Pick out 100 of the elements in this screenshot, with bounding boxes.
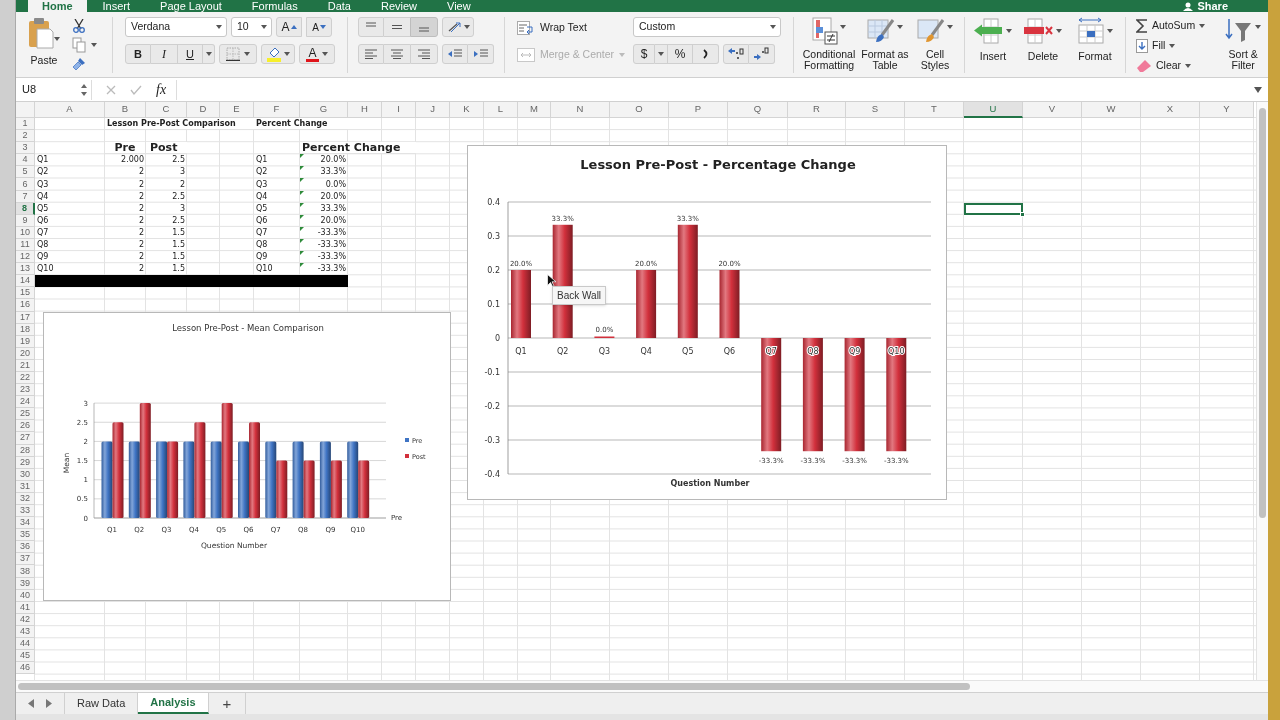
row-header[interactable]: 3 [16,142,35,155]
column-header[interactable]: L [484,102,518,118]
row-header[interactable]: 34 [16,517,35,530]
row-header[interactable]: 4 [16,154,35,167]
decrease-decimal-button[interactable] [749,44,775,64]
cell-selection[interactable] [964,202,1023,215]
font-name-dropdown[interactable]: Verdana [125,17,227,37]
column-header[interactable]: O [610,102,669,118]
delete-button[interactable]: Delete [1021,17,1065,65]
expand-icon[interactable] [1254,86,1262,93]
orientation-button[interactable] [442,17,474,37]
currency-button[interactable]: $ [633,44,655,64]
row-header[interactable]: 37 [16,553,35,566]
ribbon-tab[interactable]: Review [366,0,432,12]
row-header[interactable]: 13 [16,263,35,276]
row-header[interactable]: 36 [16,541,35,554]
row-header[interactable]: 25 [16,408,35,421]
column-header[interactable]: G [300,102,348,118]
horizontal-scrollbar[interactable] [18,683,970,690]
middle-align-button[interactable] [384,17,410,37]
error-flag-icon[interactable] [300,166,304,171]
column-header[interactable]: E [220,102,254,118]
row-header[interactable]: 33 [16,505,35,518]
font-color-button[interactable]: A [299,44,335,64]
row-header[interactable]: 24 [16,396,35,409]
row-header[interactable]: 26 [16,420,35,433]
ribbon-tab[interactable]: Page Layout [146,0,236,12]
previous-sheet-icon[interactable] [28,699,34,708]
increase-font-button[interactable]: A [276,17,302,37]
row-header[interactable]: 2 [16,130,35,143]
column-header[interactable]: T [905,102,964,118]
row-header[interactable]: 14 [16,275,35,288]
comma-style-button[interactable] [693,44,719,64]
row-header[interactable]: 5 [16,166,35,179]
vertical-scrollbar[interactable] [1259,108,1266,518]
column-header[interactable]: S [846,102,905,118]
error-flag-icon[interactable] [300,251,304,256]
format-as-table-button[interactable]: Format as Table [860,17,910,71]
clear-button[interactable]: Clear [1136,58,1206,74]
cell-styles-button[interactable]: Cell Styles [912,17,958,71]
font-size-dropdown[interactable]: 10 [231,17,272,37]
format-button[interactable]: Format [1073,17,1117,65]
column-header[interactable]: I [382,102,416,118]
row-header[interactable]: 35 [16,529,35,542]
increase-indent-button[interactable] [468,44,494,64]
name-box[interactable]: U8 [16,79,92,100]
share-button[interactable]: Share [1197,0,1228,12]
error-flag-icon[interactable] [300,154,304,159]
format-painter-icon[interactable] [72,57,86,71]
bold-button[interactable]: B [125,44,151,64]
row-header[interactable]: 46 [16,662,35,675]
column-header[interactable]: C [146,102,187,118]
decrease-font-button[interactable]: A [306,17,332,37]
row-header[interactable]: 1 [16,118,35,131]
sort-filter-button[interactable]: Sort & Filter [1219,17,1268,74]
fill-button[interactable]: Fill [1136,38,1206,54]
column-header[interactable]: P [669,102,728,118]
column-header[interactable]: X [1141,102,1200,118]
number-format-dropdown[interactable]: Custom [633,17,781,37]
column-header[interactable]: V [1023,102,1082,118]
row-header[interactable]: 44 [16,638,35,651]
column-header[interactable]: U [964,102,1023,118]
increase-decimal-button[interactable] [723,44,749,64]
insert-function-button[interactable]: fx [156,79,167,100]
column-header[interactable]: J [416,102,450,118]
autosum-button[interactable]: AutoSum [1136,18,1206,34]
underline-dropdown[interactable] [203,44,215,64]
percent-button[interactable]: % [667,44,693,64]
conditional-formatting-button[interactable]: Conditional Formatting [800,17,858,71]
error-flag-icon[interactable] [300,226,304,231]
column-header[interactable]: N [551,102,610,118]
column-header[interactable]: H [348,102,382,118]
error-flag-icon[interactable] [300,263,304,268]
column-header[interactable]: F [254,102,300,118]
row-header[interactable]: 6 [16,178,35,191]
paste-button[interactable]: Paste [24,17,64,71]
column-header[interactable]: Y [1200,102,1254,118]
column-header[interactable]: A [35,102,105,118]
next-sheet-icon[interactable] [46,699,52,708]
row-header[interactable]: 23 [16,384,35,397]
borders-button[interactable] [219,44,257,64]
currency-dropdown[interactable] [655,44,667,64]
column-header[interactable]: M [518,102,551,118]
align-center-button[interactable] [384,44,410,64]
column-header[interactable]: W [1082,102,1141,118]
row-header[interactable]: 45 [16,650,35,663]
error-flag-icon[interactable] [300,214,304,219]
row-header[interactable]: 27 [16,432,35,445]
fill-color-button[interactable] [261,44,295,64]
column-header[interactable]: K [450,102,484,118]
row-header[interactable]: 38 [16,565,35,578]
error-flag-icon[interactable] [300,178,304,183]
align-right-button[interactable] [410,44,438,64]
ribbon-tab[interactable]: View [433,0,485,12]
error-flag-icon[interactable] [300,190,304,195]
sheet-tab[interactable]: Analysis [138,693,209,714]
ribbon-tab[interactable]: Formulas [237,0,312,12]
ribbon-tab[interactable]: Data [313,0,365,12]
column-header[interactable]: Q [728,102,788,118]
column-header[interactable]: D [187,102,220,118]
